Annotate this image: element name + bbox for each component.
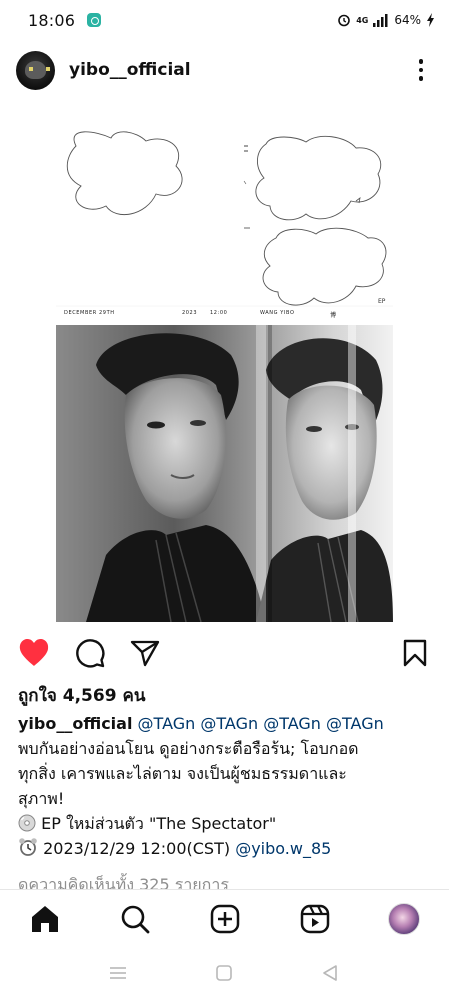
caption-ep-line: EP ใหม่ส่วนตัว "The Spectator" [18,811,438,836]
home-icon[interactable] [28,902,62,936]
status-time: 18:06 [28,10,76,30]
alarm-clock-icon [19,838,37,856]
poster-artwork: DECEMBER 29TH 2023 12:00 WANG YIBO 博 EP [56,106,393,325]
poster-year: 2023 [182,310,198,316]
poster-mark: 博 [330,312,337,319]
poster-time: 12:00 [210,310,228,316]
caption-date-text: 2023/12/29 12:00(CST) [43,839,231,858]
caption-line-1: yibo__official @TAGn @TAGn @TAGn @TAGn [18,711,438,736]
profile-avatar[interactable] [387,902,421,936]
caption-text-1: พบกันอย่างอ่อนโยน ดูอย่างกระตือรือร้น; โ… [18,739,359,758]
post-action-bar [0,632,449,672]
poster-release-line: DECEMBER 29TH 2023 12:00 WANG YIBO 博 [64,310,394,319]
more-options-icon[interactable] [409,56,433,84]
search-icon[interactable] [118,902,152,936]
bottom-navigation [0,889,449,947]
status-bar: 18:06 4G 64% [0,0,449,40]
bookmark-icon[interactable] [398,636,432,670]
caption-username[interactable]: yibo__official [18,714,132,733]
post-caption: yibo__official @TAGn @TAGn @TAGn @TAGn พ… [18,711,438,861]
caption-text-3: สุภาพ! [18,789,65,808]
profile-thumbnail [388,903,420,935]
avatar[interactable] [16,50,55,90]
system-navigation-bar [0,947,449,1000]
signal-icon [373,13,388,27]
system-back-icon[interactable] [320,963,340,983]
portrait-photo [56,325,393,622]
view-comments-link[interactable]: ดูความคิดเห็นทั้ง 325 รายการ [18,872,229,890]
comment-icon[interactable] [73,636,107,670]
app-notification-icon [87,13,102,27]
poster-photo [56,325,393,622]
caption-ep-text: EP ใหม่ส่วนตัว "The Spectator" [41,814,277,833]
cd-icon [18,814,36,832]
post-username[interactable]: yibo__official [69,60,191,80]
caption-date-mention[interactable]: @yibo.w_85 [235,839,331,858]
heart-icon[interactable] [17,636,51,670]
poster-date: DECEMBER 29TH [64,310,115,316]
poster-artist: WANG YIBO [260,310,295,316]
send-icon[interactable] [128,636,162,670]
post-image[interactable]: DECEMBER 29TH 2023 12:00 WANG YIBO 博 EP [56,106,393,622]
poster-ep-label: EP [378,298,386,305]
alarm-icon [338,14,350,27]
post-header: yibo__official [0,45,449,95]
reels-icon[interactable] [298,902,332,936]
caption-date-line: 2023/12/29 12:00(CST) @yibo.w_85 [18,836,438,861]
battery-percent: 64% [394,13,421,27]
caption-mentions[interactable]: @TAGn @TAGn @TAGn @TAGn [138,714,384,733]
poster-calligraphy-outlines [56,131,393,307]
recent-apps-icon[interactable] [108,963,128,983]
caption-text-2: ทุกสิ่ง เคารพและไล่ตาม จงเป็นผู้ชมธรรมดา… [18,764,347,783]
network-type: 4G [356,15,369,25]
plus-square-icon[interactable] [208,902,242,936]
status-icons: 4G 64% [337,13,435,27]
system-home-icon[interactable] [214,963,234,983]
charging-icon [427,13,434,27]
likes-count[interactable]: ถูกใจ 4,569 คน [18,682,145,709]
